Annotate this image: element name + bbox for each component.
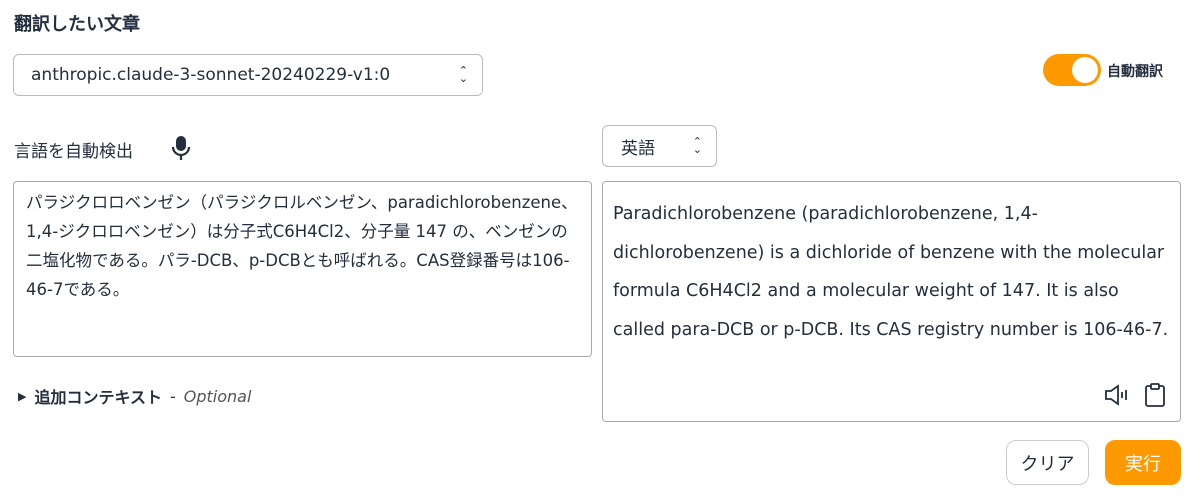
target-language-select[interactable]: 英語 ⌃ ⌄ [602,125,717,167]
chevron-updown-icon: ⌃ ⌄ [458,64,468,85]
clipboard-icon[interactable] [1144,382,1166,412]
page-title: 翻訳したい文章 [14,14,140,35]
auto-translate-label: 自動翻訳 [1107,64,1163,80]
additional-context-toggle[interactable]: ▶ 追加コンテキスト - Optional [18,384,251,408]
source-language-label: 言語を自動検出 [14,142,133,162]
chevron-updown-icon: ⌃ ⌄ [692,135,702,156]
model-select-value: anthropic.claude-3-sonnet-20240229-v1:0 [31,65,391,85]
caret-right-icon: ▶ [18,389,27,403]
translation-text: Paradichlorobenzene (paradichlorobenzene… [613,204,1169,340]
context-separator: - [170,386,176,406]
context-optional: Optional [183,386,252,406]
context-label: 追加コンテキスト [34,388,162,407]
speaker-icon[interactable] [1104,383,1130,411]
auto-translate-toggle[interactable] [1043,54,1101,86]
source-text-input[interactable]: パラジクロロベンゼン（パラジクロルベンゼン、paradichlorobenzen… [13,181,592,357]
microphone-icon[interactable] [170,134,192,166]
translation-output: Paradichlorobenzene (paradichlorobenzene… [602,181,1181,422]
run-button[interactable]: 実行 [1105,440,1181,485]
model-select[interactable]: anthropic.claude-3-sonnet-20240229-v1:0 … [13,54,483,96]
target-language-value: 英語 [621,138,655,159]
clear-button[interactable]: クリア [1006,440,1089,485]
